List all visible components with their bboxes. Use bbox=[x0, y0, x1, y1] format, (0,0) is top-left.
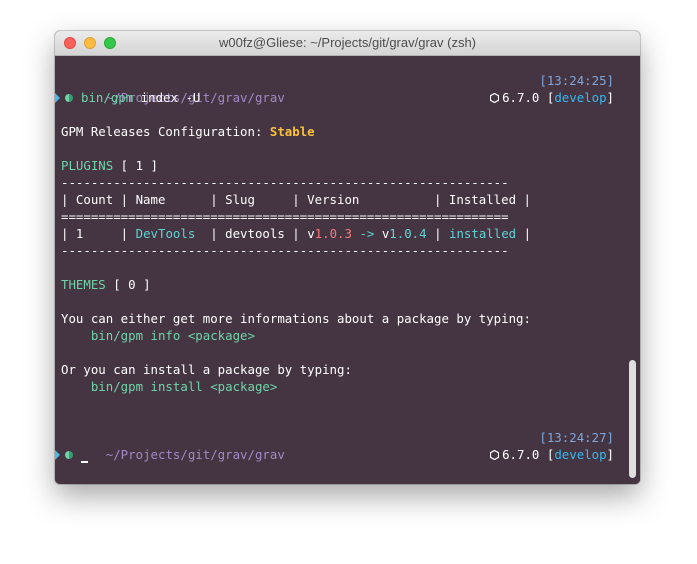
hexagon-icon bbox=[490, 93, 500, 103]
prompt1-version-info: 6.7.0 [develop] bbox=[490, 89, 614, 106]
prompt2-branch: develop bbox=[554, 447, 607, 462]
table-bottom-separator: ----------------------------------------… bbox=[61, 243, 509, 258]
row-installed: installed bbox=[449, 226, 517, 241]
status-moon-icon bbox=[65, 451, 73, 459]
prompt1-version: 6.7.0 bbox=[502, 90, 540, 105]
config-line: GPM Releases Configuration: Stable bbox=[61, 123, 315, 140]
row-end: | bbox=[516, 226, 532, 241]
table-top-separator: ----------------------------------------… bbox=[61, 175, 509, 190]
window-title: w00fz@Gliese: ~/Projects/git/grav/grav (… bbox=[218, 35, 477, 50]
row-from-version: 1.0.3 bbox=[314, 226, 352, 241]
prompt2-version: 6.7.0 bbox=[502, 447, 540, 462]
prompt2-path-line: ~/Projects/git/grav/grav bbox=[61, 429, 285, 462]
text-cursor bbox=[81, 461, 88, 463]
branch-close-bracket: ] bbox=[606, 90, 614, 105]
row-from-prefix: v bbox=[307, 226, 315, 241]
themes-label: THEMES bbox=[61, 277, 106, 292]
prompt2-command-line[interactable] bbox=[55, 446, 88, 463]
terminal-content[interactable]: ~/Projects/git/grav/grav [13:24:25] bin/… bbox=[55, 56, 640, 484]
plugins-count: [ 1 ] bbox=[113, 158, 158, 173]
branch-open-bracket: [ bbox=[539, 447, 555, 462]
prompt2-time: [13:24:27] bbox=[539, 430, 614, 445]
row-slug: | devtools | bbox=[195, 226, 308, 241]
prompt1-time: [13:24:25] bbox=[539, 73, 614, 88]
config-label: GPM Releases Configuration: bbox=[61, 124, 270, 139]
prompt-arrow-icon bbox=[55, 93, 60, 103]
branch-open-bracket: [ bbox=[539, 90, 555, 105]
prompt1-branch: develop bbox=[554, 90, 607, 105]
table-row: | 1 | DevTools | devtools | v1.0.3 -> v1… bbox=[61, 225, 531, 242]
prompt2-path: ~/Projects/git/grav/grav bbox=[105, 447, 285, 462]
prompt2-version-info: 6.7.0 [develop] bbox=[490, 446, 614, 463]
info-text: You can either get more informations abo… bbox=[61, 311, 531, 326]
themes-heading: THEMES [ 0 ] bbox=[61, 276, 151, 293]
install-text: Or you can install a package by typing: bbox=[61, 362, 352, 377]
info-command: bin/gpm info bbox=[61, 328, 188, 343]
row-mid-separator: | bbox=[426, 226, 449, 241]
install-command: bin/gpm install bbox=[61, 379, 211, 394]
row-arrow: -> bbox=[351, 226, 382, 241]
table-header-separator: ========================================… bbox=[61, 209, 509, 224]
prompt1-command-line: bin/gpm index -U bbox=[55, 89, 200, 106]
branch-close-bracket: ] bbox=[606, 447, 614, 462]
hexagon-icon bbox=[490, 450, 500, 460]
install-command-line: bin/gpm install <package> bbox=[61, 378, 278, 395]
info-argument: <package> bbox=[187, 328, 255, 343]
row-to-version: 1.0.4 bbox=[389, 226, 427, 241]
prompt1-command: bin/gpm bbox=[81, 90, 134, 105]
config-value: Stable bbox=[269, 124, 315, 139]
install-argument: <package> bbox=[210, 379, 278, 394]
prompt1-path-line: ~/Projects/git/grav/grav bbox=[61, 72, 285, 105]
themes-count: [ 0 ] bbox=[105, 277, 151, 292]
info-command-line: bin/gpm info <package> bbox=[61, 327, 255, 344]
table-header: | Count | Name | Slug | Version | Instal… bbox=[61, 192, 531, 207]
prompt1-args: index -U bbox=[133, 90, 201, 105]
scrollbar-thumb[interactable] bbox=[629, 360, 636, 478]
status-moon-icon bbox=[65, 94, 73, 102]
row-count: | 1 | bbox=[61, 226, 136, 241]
prompt-arrow-icon bbox=[55, 450, 60, 460]
terminal-window: w00fz@Gliese: ~/Projects/git/grav/grav (… bbox=[55, 31, 640, 484]
row-name: DevTools bbox=[135, 226, 196, 241]
title-bar[interactable]: w00fz@Gliese: ~/Projects/git/grav/grav (… bbox=[55, 31, 640, 56]
plugins-heading: PLUGINS [ 1 ] bbox=[61, 157, 158, 174]
plugins-label: PLUGINS bbox=[61, 158, 114, 173]
